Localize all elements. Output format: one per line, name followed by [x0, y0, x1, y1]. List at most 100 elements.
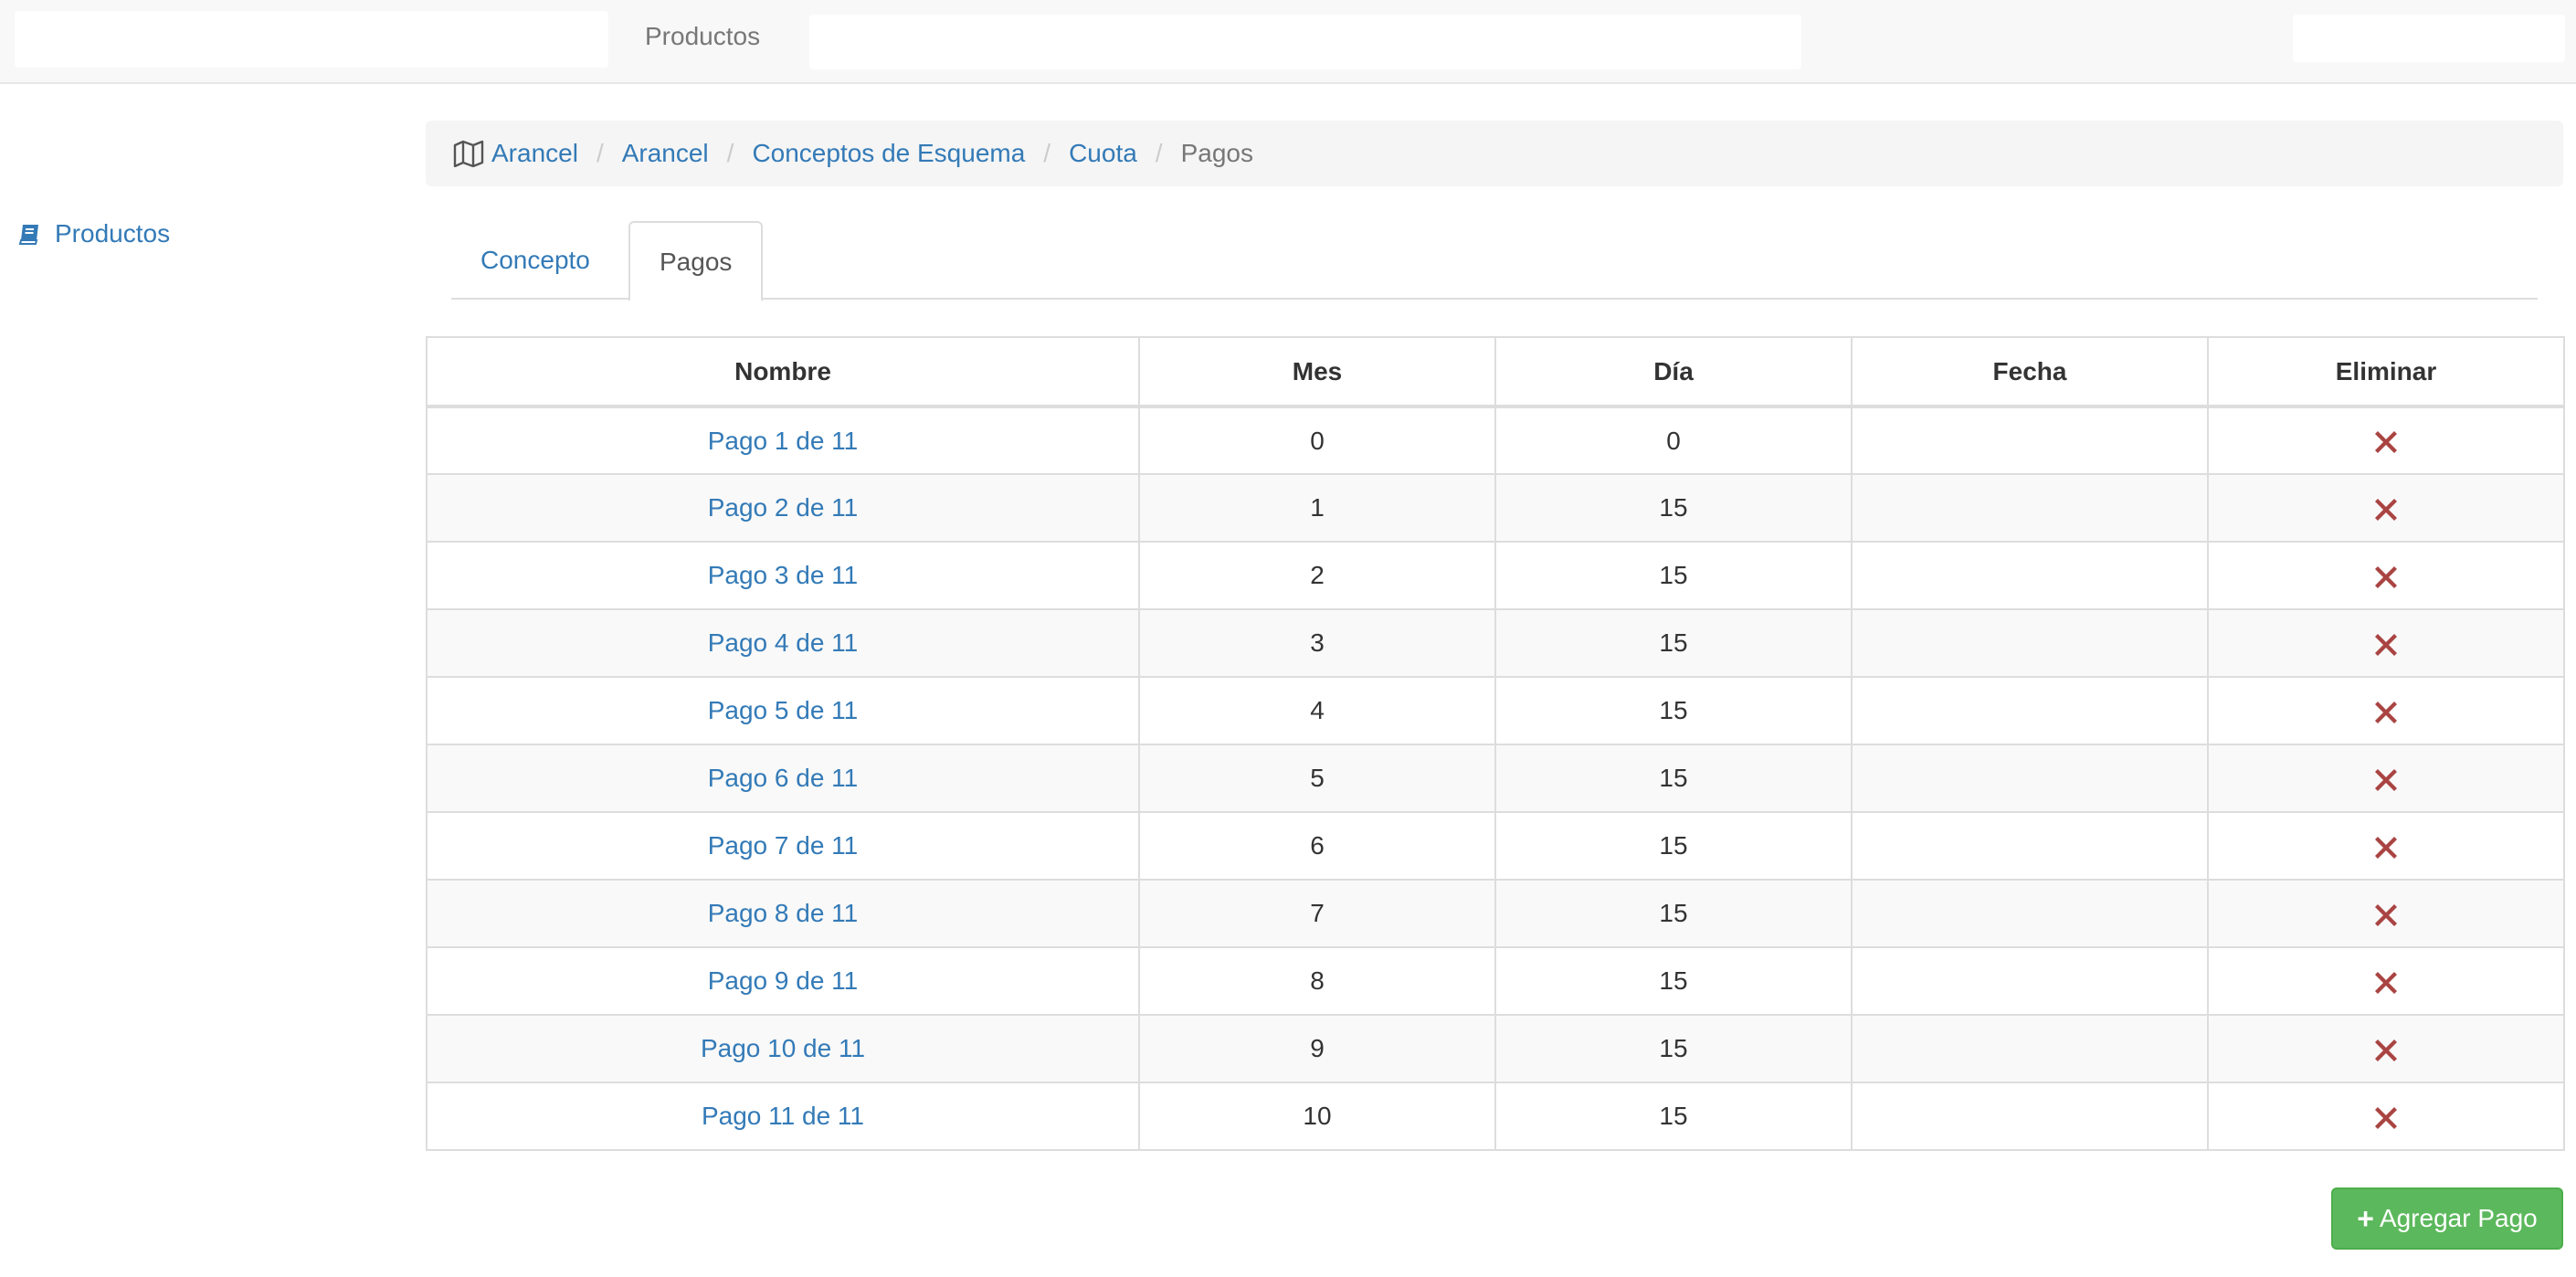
- cell-mes: 6: [1138, 811, 1496, 881]
- cell-dia: 15: [1494, 879, 1853, 948]
- add-pago-button[interactable]: + Agregar Pago: [2331, 1187, 2563, 1250]
- table-row: Pago 9 de 11 8 15: [426, 946, 2565, 1016]
- cell-fecha: [1851, 676, 2209, 745]
- sidebar-item-productos[interactable]: Productos: [18, 216, 170, 252]
- brand-area: [15, 11, 608, 68]
- table-header-row: Nombre Mes Día Fecha Eliminar: [426, 336, 2565, 408]
- cell-mes: 1: [1138, 473, 1496, 543]
- pago-link[interactable]: Pago 3 de 11: [708, 561, 859, 589]
- cell-eliminar: [2207, 473, 2565, 543]
- cell-mes: 9: [1138, 1014, 1496, 1083]
- close-icon[interactable]: [2373, 497, 2399, 522]
- table-row: Pago 10 de 11 9 15: [426, 1014, 2565, 1083]
- cell-nombre: Pago 6 de 11: [426, 744, 1140, 813]
- cell-eliminar: [2207, 541, 2565, 610]
- cell-nombre: Pago 10 de 11: [426, 1014, 1140, 1083]
- cell-fecha: [1851, 473, 2209, 543]
- cell-nombre: Pago 8 de 11: [426, 879, 1140, 948]
- payments-table: Nombre Mes Día Fecha Eliminar Pago 1 de …: [426, 336, 2565, 1151]
- table-row: Pago 4 de 11 3 15: [426, 608, 2565, 678]
- cell-mes: 5: [1138, 744, 1496, 813]
- nav-link-productos[interactable]: Productos: [645, 18, 760, 55]
- close-icon[interactable]: [2373, 429, 2399, 455]
- column-header-mes: Mes: [1138, 336, 1496, 408]
- breadcrumb-separator: /: [1155, 139, 1163, 167]
- pago-link[interactable]: Pago 10 de 11: [701, 1034, 865, 1062]
- close-icon[interactable]: [2373, 835, 2399, 860]
- cell-fecha: [1851, 946, 2209, 1016]
- close-icon[interactable]: [2373, 902, 2399, 928]
- cell-nombre: Pago 7 de 11: [426, 811, 1140, 881]
- nav-search-area: [809, 15, 1801, 69]
- plus-icon: +: [2357, 1202, 2374, 1235]
- column-header-nombre: Nombre: [426, 336, 1140, 408]
- cell-nombre: Pago 11 de 11: [426, 1082, 1140, 1151]
- pago-link[interactable]: Pago 11 de 11: [702, 1102, 864, 1130]
- close-icon[interactable]: [2373, 632, 2399, 658]
- tab-concepto[interactable]: Concepto: [451, 221, 619, 300]
- pago-link[interactable]: Pago 8 de 11: [708, 899, 859, 927]
- close-icon[interactable]: [2373, 565, 2399, 590]
- cell-nombre: Pago 4 de 11: [426, 608, 1140, 678]
- cell-dia: 15: [1494, 744, 1853, 813]
- cell-mes: 2: [1138, 541, 1496, 610]
- close-icon[interactable]: [2373, 1038, 2399, 1063]
- breadcrumb-separator: /: [726, 139, 734, 167]
- breadcrumb-item-conceptos[interactable]: Conceptos de Esquema: [752, 139, 1025, 168]
- pago-link[interactable]: Pago 4 de 11: [708, 628, 859, 657]
- table-row: Pago 3 de 11 2 15: [426, 541, 2565, 610]
- pago-link[interactable]: Pago 6 de 11: [708, 764, 859, 792]
- cell-dia: 15: [1494, 946, 1853, 1016]
- pago-link[interactable]: Pago 9 de 11: [708, 966, 859, 995]
- pago-link[interactable]: Pago 1 de 11: [708, 427, 859, 455]
- breadcrumb-separator: /: [596, 139, 604, 167]
- close-icon[interactable]: [2373, 970, 2399, 996]
- cell-eliminar: [2207, 879, 2565, 948]
- cell-eliminar: [2207, 406, 2565, 475]
- cell-dia: 15: [1494, 811, 1853, 881]
- close-icon[interactable]: [2373, 1105, 2399, 1131]
- cell-eliminar: [2207, 744, 2565, 813]
- tab-pagos[interactable]: Pagos: [628, 221, 764, 301]
- cell-eliminar: [2207, 676, 2565, 745]
- cell-eliminar: [2207, 608, 2565, 678]
- cell-eliminar: [2207, 1014, 2565, 1083]
- top-navbar: Productos: [0, 0, 2576, 84]
- cell-eliminar: [2207, 946, 2565, 1016]
- cell-dia: 15: [1494, 541, 1853, 610]
- add-pago-label: Agregar Pago: [2379, 1204, 2538, 1232]
- pago-link[interactable]: Pago 7 de 11: [708, 831, 859, 860]
- cell-fecha: [1851, 406, 2209, 475]
- nav-user-area: [2293, 15, 2565, 62]
- cell-fecha: [1851, 608, 2209, 678]
- cell-mes: 7: [1138, 879, 1496, 948]
- breadcrumb-item-arancel[interactable]: Arancel: [491, 139, 578, 168]
- breadcrumb-item-arancel-2[interactable]: Arancel: [622, 139, 709, 168]
- map-icon: [453, 140, 484, 167]
- close-icon[interactable]: [2373, 700, 2399, 725]
- column-header-fecha: Fecha: [1851, 336, 2209, 408]
- pago-link[interactable]: Pago 5 de 11: [708, 696, 859, 724]
- close-icon[interactable]: [2373, 767, 2399, 793]
- cell-nombre: Pago 1 de 11: [426, 406, 1140, 475]
- cell-eliminar: [2207, 811, 2565, 881]
- breadcrumb-item-cuota[interactable]: Cuota: [1069, 139, 1137, 168]
- cell-eliminar: [2207, 1082, 2565, 1151]
- table-row: Pago 11 de 11 10 15: [426, 1082, 2565, 1151]
- cell-fecha: [1851, 541, 2209, 610]
- breadcrumb: Arancel / Arancel / Conceptos de Esquema…: [426, 121, 2563, 186]
- cell-mes: 4: [1138, 676, 1496, 745]
- table-row: Pago 5 de 11 4 15: [426, 676, 2565, 745]
- breadcrumb-item-current: Pagos: [1180, 139, 1253, 167]
- column-header-dia: Día: [1494, 336, 1853, 408]
- cell-fecha: [1851, 811, 2209, 881]
- cell-fecha: [1851, 1014, 2209, 1083]
- cell-dia: 0: [1494, 406, 1853, 475]
- cell-mes: 0: [1138, 406, 1496, 475]
- cell-mes: 3: [1138, 608, 1496, 678]
- book-icon: [18, 222, 42, 246]
- pago-link[interactable]: Pago 2 de 11: [708, 493, 859, 522]
- cell-nombre: Pago 5 de 11: [426, 676, 1140, 745]
- cell-dia: 15: [1494, 1082, 1853, 1151]
- cell-fecha: [1851, 1082, 2209, 1151]
